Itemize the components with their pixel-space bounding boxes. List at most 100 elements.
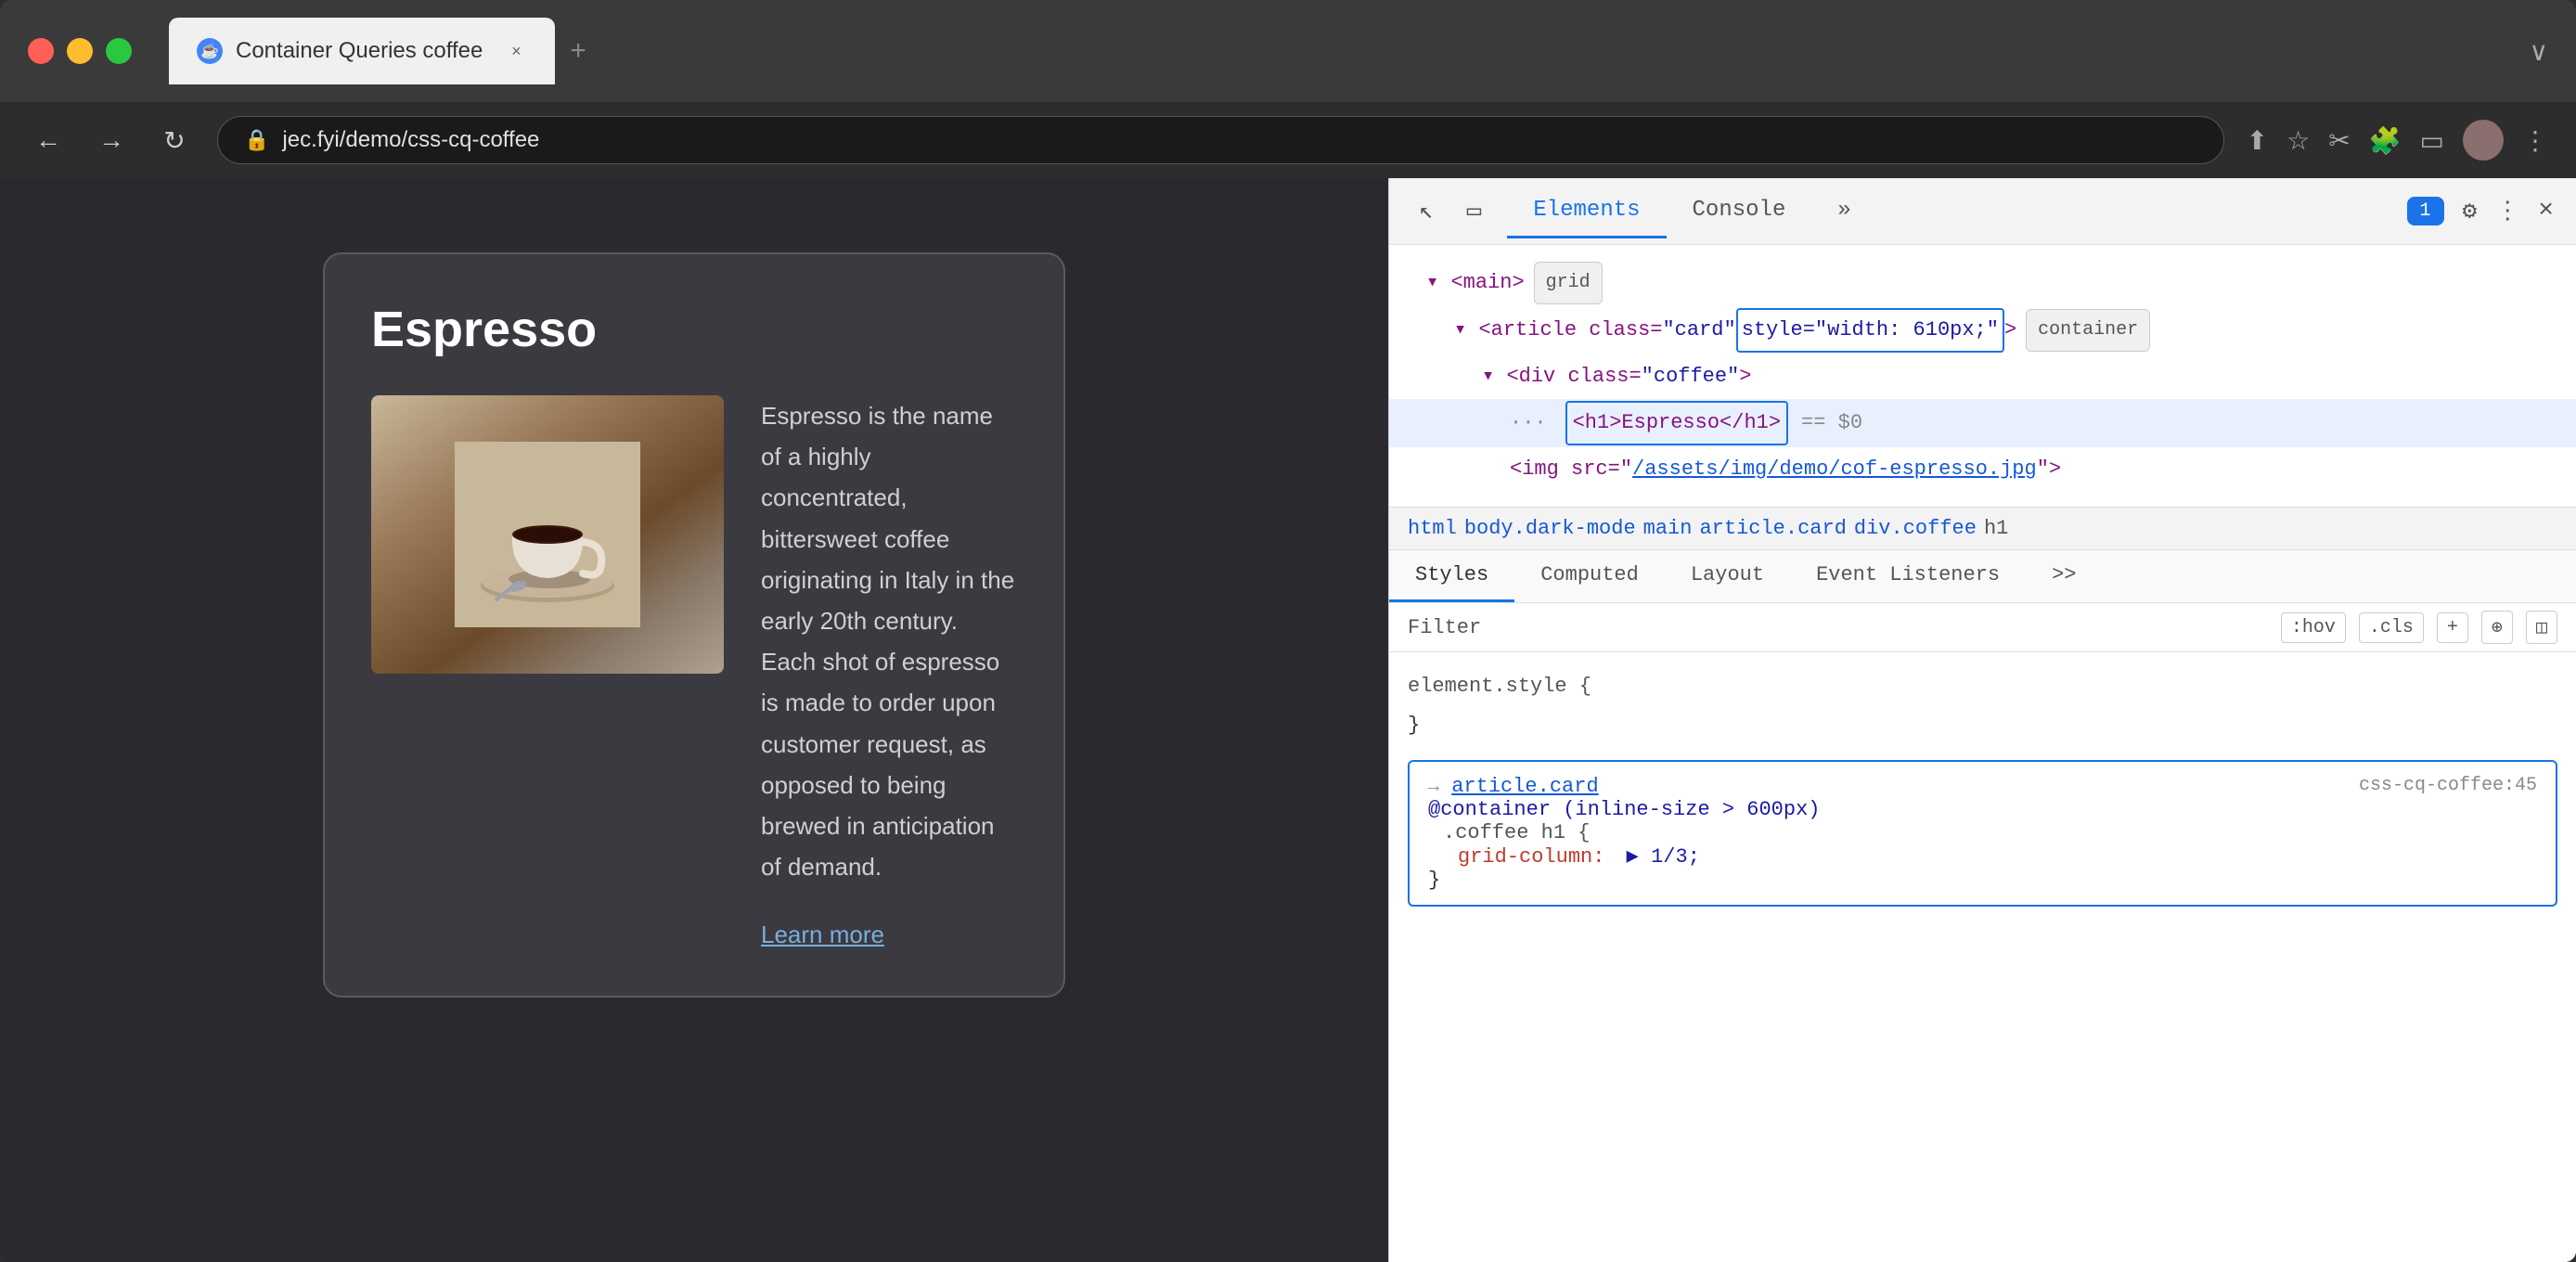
maximize-button[interactable] [106,38,132,64]
dom-div-coffee-line[interactable]: ▾ <div class="coffee"> [1389,354,2576,399]
breadcrumb-div[interactable]: div.coffee [1854,517,1977,540]
settings-icon[interactable]: ⚙ [2463,197,2478,225]
cq-origin-line: → article.card css-cq-coffee:45 [1428,775,2537,798]
url-text: jec.fyi/demo/css-cq-coffee [282,127,539,153]
element-style-close: } [1408,706,2557,745]
tab-title: Container Queries coffee [236,38,483,64]
devtools-close-icon[interactable]: × [2538,197,2554,225]
toolbar-icons: ⬆ ☆ ✂ 🧩 ▭ ⋮ [2247,120,2548,161]
hov-button[interactable]: :hov [2281,612,2346,643]
style-attribute-highlight: style="width: 610px;" [1736,308,2004,353]
dom-img-line[interactable]: <img src="/assets/img/demo/cof-espresso.… [1389,447,2576,492]
dom-article-line[interactable]: ▾ <article class="card" style="width: 61… [1389,306,2576,354]
cq-prop-line: grid-column: ▶ 1/3; [1428,844,2537,869]
element-picker-icon[interactable]: ↖ [1411,189,1441,233]
main-tag: ▾ <main> [1426,263,1525,303]
filter-actions: :hov .cls + ⊕ ◫ [2281,611,2557,644]
cq-value: ▶ 1/3; [1627,845,1700,869]
layout-tab[interactable]: Layout [1665,550,1790,602]
share-icon[interactable]: ⬆ [2247,125,2268,156]
device-toolbar-icon[interactable]: ▭ [1460,189,1489,233]
lock-icon: 🔒 [244,128,269,152]
add-rule-button[interactable]: + [2437,612,2468,643]
back-button[interactable]: ← [28,125,69,155]
tab-console[interactable]: Console [1667,185,1812,238]
tab-elements[interactable]: Elements [1507,185,1666,238]
breadcrumb-body[interactable]: body.dark-mode [1464,517,1636,540]
card-body: Espresso is the name of a highly concent… [371,395,1017,949]
devtools-panel: ↖ ▭ Elements Console » 1 ⚙ ⋮ × ▾ <main> … [1388,178,2576,1262]
address-bar: ← → ↻ 🔒 jec.fyi/demo/css-cq-coffee ⬆ ☆ ✂… [0,102,2576,178]
reload-button[interactable]: ↻ [154,125,195,156]
inspector-button[interactable]: ◫ [2526,611,2557,644]
page-viewport: Espresso [0,178,1388,1262]
filter-bar: Filter :hov .cls + ⊕ ◫ [1389,603,2576,652]
cls-button[interactable]: .cls [2359,612,2424,643]
styles-content: element.style { } → article.card css-cq-… [1389,652,2576,1262]
extensions-icon[interactable]: 🧩 [2369,125,2402,156]
dom-h1-line[interactable]: ··· <h1>Espresso</h1> == $0 [1389,399,2576,447]
container-query-block: → article.card css-cq-coffee:45 @contain… [1408,760,2557,907]
cast-icon[interactable]: ▭ [2420,125,2444,156]
cq-file-reference: css-cq-coffee:45 [2359,775,2537,796]
card-description: Espresso is the name of a highly concent… [761,395,1017,887]
new-style-rule-button[interactable]: ⊕ [2481,611,2513,644]
devtools-tabs: Elements Console » [1507,185,2388,238]
breadcrumb-article[interactable]: article.card [1699,517,1846,540]
address-input[interactable]: 🔒 jec.fyi/demo/css-cq-coffee [217,116,2224,164]
learn-more-link[interactable]: Learn more [761,921,1017,949]
cq-close-brace: } [1428,869,1440,892]
forward-button[interactable]: → [91,125,132,155]
article-tag-open: ▾ <article class="card" [1454,310,1736,351]
styles-tabs-row: Styles Computed Layout Event Listeners >… [1389,550,2576,603]
event-listeners-tab[interactable]: Event Listeners [1790,550,2026,602]
active-tab[interactable]: ☕ Container Queries coffee × [169,18,555,84]
breadcrumb-h1[interactable]: h1 [1984,517,2008,540]
tab-more[interactable]: » [1811,185,1876,238]
ellipsis: ··· [1510,403,1547,444]
breadcrumb-html[interactable]: html [1408,517,1457,540]
container-badge: container [2026,309,2150,352]
element-style-rule: element.style { } [1408,667,2557,745]
filter-input[interactable]: Filter [1408,616,2268,639]
traffic-lights [28,38,132,64]
styles-tab[interactable]: Styles [1389,550,1514,602]
h1-tag-highlight: <h1>Espresso</h1> [1565,401,1788,445]
espresso-image-svg [455,442,640,627]
new-tab-button[interactable]: + [570,35,586,67]
element-style-selector: element.style { [1408,667,2557,706]
cq-selector-line: .coffee h1 { [1428,821,2537,844]
breadcrumb-main[interactable]: main [1643,517,1693,540]
devtools-menu-icon[interactable]: ⋮ [2495,197,2519,225]
dom-main-line[interactable]: ▾ <main> grid [1389,260,2576,306]
coffee-card: Espresso [323,252,1065,998]
pseudo-element: == $0 [1801,403,1862,444]
scissors-icon[interactable]: ✂ [2328,125,2350,156]
grid-badge: grid [1534,262,1603,304]
tabs-area: ☕ Container Queries coffee × + [169,18,2511,84]
cq-selector: .coffee h1 { [1428,821,1590,844]
devtools-toolbar: ↖ ▭ Elements Console » 1 ⚙ ⋮ × [1389,178,2576,245]
menu-icon[interactable]: ⋮ [2522,125,2548,156]
img-tag: <img src="/assets/img/demo/cof-espresso.… [1510,449,2061,490]
card-content: Espresso is the name of a highly concent… [761,395,1017,949]
cq-container-link[interactable]: article.card [1451,775,1598,798]
close-button[interactable] [28,38,54,64]
avatar[interactable] [2463,120,2504,161]
minimize-button[interactable] [67,38,93,64]
computed-tab[interactable]: Computed [1514,550,1665,602]
cq-close-line: } [1428,869,2537,892]
bookmark-icon[interactable]: ☆ [2286,125,2310,156]
styles-more-tab[interactable]: >> [2026,550,2102,602]
cq-arrow-icon: → [1428,777,1439,798]
dom-tree: ▾ <main> grid ▾ <article class="card" st… [1389,245,2576,508]
tab-favicon: ☕ [197,38,223,64]
breadcrumb: html body.dark-mode main article.card di… [1389,508,2576,550]
tab-overflow-button[interactable]: ∨ [2530,36,2549,67]
cq-at-rule-line: @container (inline-size > 600px) [1428,798,2537,821]
tab-close-button[interactable]: × [505,40,527,62]
element-style-brace: } [1408,714,1420,737]
cq-property: grid-column: [1428,845,1604,869]
card-title: Espresso [371,301,1017,358]
cq-at-rule: @container (inline-size > 600px) [1428,798,1820,821]
